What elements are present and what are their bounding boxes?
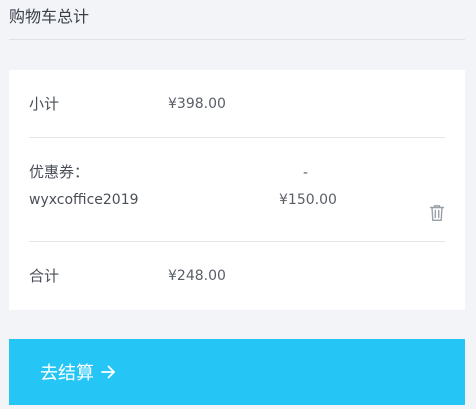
cart-totals-panel: 购物车总计 小计 ¥398.00 优惠券： wyxcoffice2019 - ¥… — [0, 0, 476, 409]
checkout-label: 去结算 — [40, 363, 94, 384]
trash-icon[interactable] — [429, 204, 445, 222]
total-label: 合计 — [29, 267, 60, 285]
coupon-label: 优惠券： — [29, 163, 90, 181]
row-divider — [29, 137, 445, 138]
page-title: 购物车总计 — [9, 7, 90, 26]
subtotal-label: 小计 — [29, 95, 60, 113]
arrow-right-icon — [100, 364, 116, 380]
subtotal-value: ¥398.00 — [168, 96, 226, 112]
row-divider — [29, 241, 445, 242]
summary-card: 小计 ¥398.00 优惠券： wyxcoffice2019 - ¥150.00… — [9, 70, 465, 310]
checkout-button[interactable]: 去结算 — [9, 339, 465, 405]
title-divider — [9, 39, 465, 40]
coupon-code: wyxcoffice2019 — [29, 192, 139, 208]
total-value: ¥248.00 — [168, 268, 226, 284]
coupon-value: ¥150.00 — [279, 192, 337, 208]
coupon-minus-sign: - — [303, 165, 309, 181]
